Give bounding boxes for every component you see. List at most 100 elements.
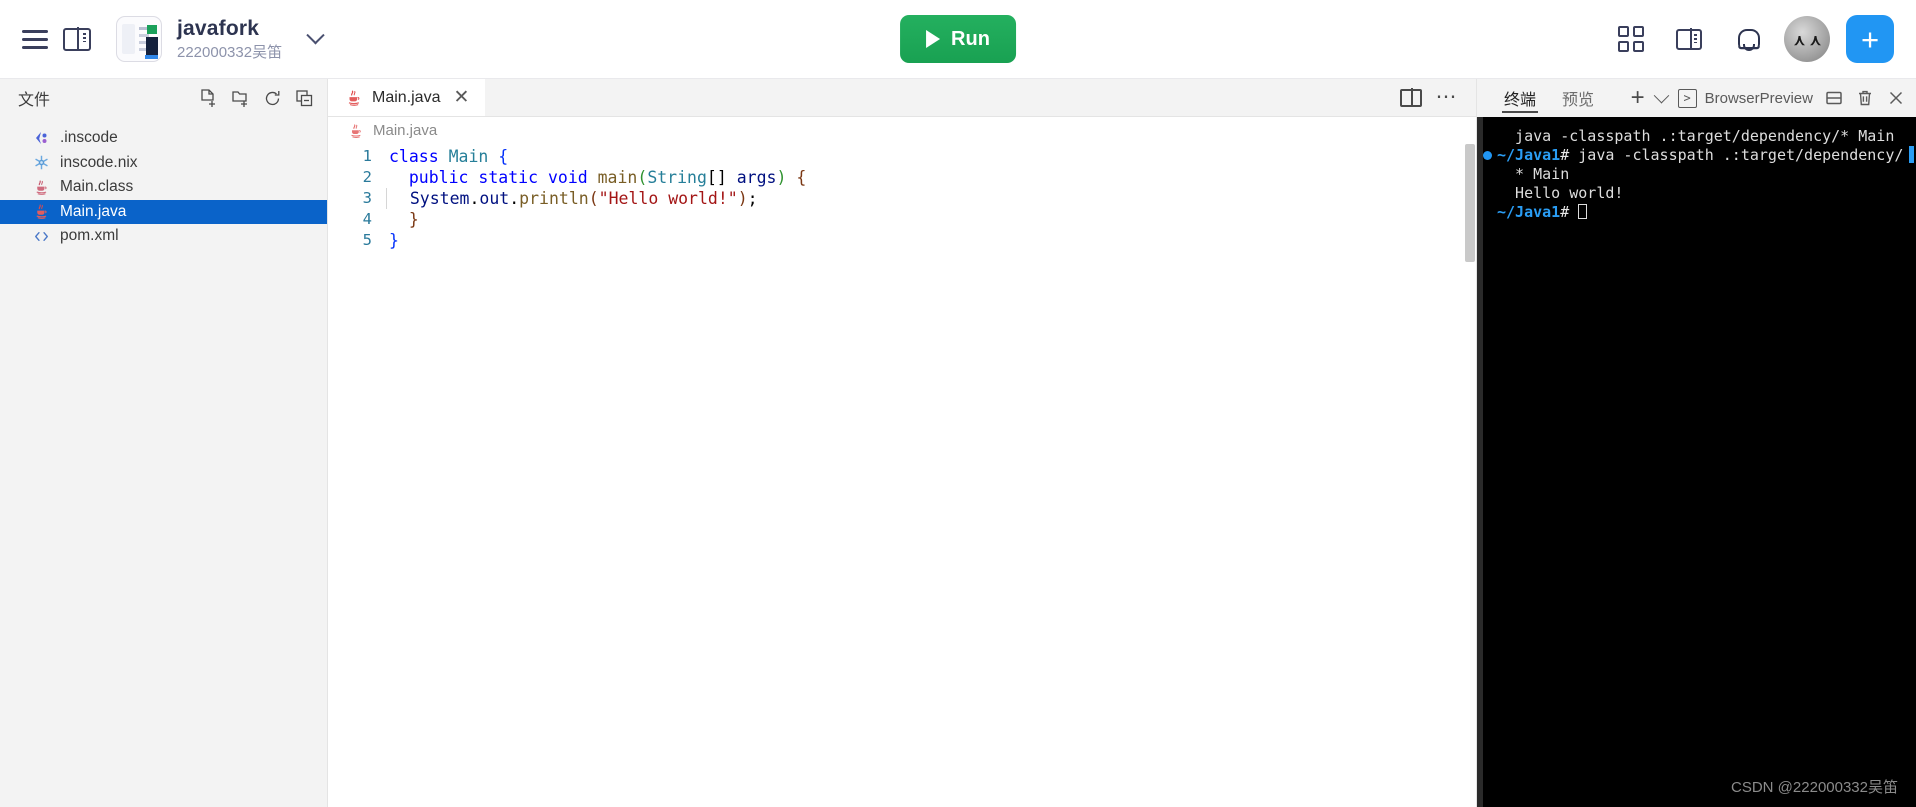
terminal-output-line: Hello world! [1497,184,1624,202]
code-line[interactable]: 2 public static void main(String[] args)… [328,167,1476,188]
trash-icon[interactable] [1855,88,1875,108]
hamburger-menu-icon[interactable] [14,18,56,60]
new-terminal-icon[interactable]: + [1631,86,1645,110]
line-number: 5 [362,231,372,249]
breadcrumb: Main.java [328,117,1476,144]
tab-terminal[interactable]: 终端 [1491,79,1549,117]
refresh-icon[interactable] [262,88,283,109]
tab-terminal-label: 终端 [1504,92,1537,109]
line-number: 3 [362,189,372,207]
chevron-down-icon[interactable] [1653,87,1669,103]
tab-preview[interactable]: 预览 [1549,79,1607,117]
line-number: 2 [362,168,372,186]
grid-apps-icon[interactable] [1610,18,1652,60]
code-token: ) [776,168,787,187]
editor-tab-actions: ⋯ [1381,79,1476,116]
editor-tab-main-java[interactable]: Main.java ✕ [328,79,486,116]
more-actions-icon[interactable]: ⋯ [1436,87,1459,107]
file-item-main-java[interactable]: Main.java [0,199,327,224]
play-icon [926,30,941,48]
file-item-inscode-nix[interactable]: inscode.nix [0,151,327,176]
project-selector[interactable]: javafork 222000332吴笛 [116,16,326,62]
code-text[interactable]: } [386,209,419,230]
chevron-down-icon[interactable] [304,28,326,50]
code-token: } [389,231,399,250]
file-label: .inscode [60,129,118,147]
code-text[interactable]: class Main { [386,146,508,167]
new-file-icon[interactable] [198,88,219,109]
code-text[interactable]: } [386,230,399,251]
code-token: . [469,189,480,208]
file-explorer-header: 文件 [0,79,327,117]
collapse-all-icon[interactable] [294,88,315,109]
terminal-prompt-symbol: # [1560,146,1579,164]
java-icon [32,202,51,221]
run-button[interactable]: Run [900,15,1016,63]
java-icon [346,121,365,140]
file-explorer-title: 文件 [18,92,51,109]
browser-preview-label: BrowserPreview [1704,89,1813,107]
project-name: javafork [177,16,260,40]
code-token: . [509,189,520,208]
split-editor-icon[interactable] [1399,88,1422,107]
panel-layout-icon[interactable] [1668,18,1710,60]
code-editor-area: Main.java ✕ ⋯ Main.java 1 class Main {2… [328,79,1476,807]
code-token: "Hello world!" [598,189,738,208]
code-token: ( [637,168,648,187]
terminal-chevron-icon: > [1677,88,1697,108]
code-lines[interactable]: 1 class Main {2 public static void main(S… [328,144,1476,807]
close-icon[interactable]: ✕ [449,88,473,107]
code-canvas[interactable]: 1 class Main {2 public static void main(S… [328,144,1476,807]
code-token: System [409,189,470,208]
top-toolbar: javafork 222000332吴笛 Run ⋏ ⋏ + [0,0,1916,79]
code-line[interactable]: 1 class Main { [328,146,1476,167]
xml-icon [32,227,51,246]
add-new-button[interactable]: + [1846,15,1894,63]
code-line[interactable]: 5} [328,230,1476,251]
code-line[interactable]: 3 System.out.println("Hello world!"); [328,188,1476,209]
inscode-ide-window: javafork 222000332吴笛 Run ⋏ ⋏ + 文件 .insco… [0,0,1916,807]
browser-preview-entry[interactable]: > BrowserPreview [1677,88,1813,108]
project-thumbnail-icon [116,16,162,62]
project-owner: 222000332吴笛 [177,43,283,61]
terminal-output-line: java -classpath .:target/dependency/* Ma… [1497,127,1895,145]
code-text[interactable]: System.out.println("Hello world!"); [387,188,758,209]
terminal-panel-header: 终端 预览 + > BrowserPreview [1477,79,1916,117]
split-horizontal-icon[interactable] [1824,88,1844,108]
terminal-command-text: java -classpath .:target/dependency/ [1578,146,1904,164]
file-item-pom-xml[interactable]: pom.xml [0,224,327,249]
terminal-panel: 终端 预览 + > BrowserPreview java -classpath… [1476,79,1916,807]
run-button-label: Run [951,27,990,50]
editor-scrollbar[interactable] [1464,144,1476,807]
code-token: public static void [408,168,598,187]
code-token: out [479,189,510,208]
user-avatar[interactable]: ⋏ ⋏ [1784,16,1830,62]
terminal-prompt-line: ~/Java1# java -classpath .:target/depend… [1477,146,1916,165]
java-icon [344,88,363,107]
bell-icon[interactable] [1726,18,1768,60]
panel-left-icon[interactable] [56,18,98,60]
code-token: main [597,168,638,187]
file-item-inscode[interactable]: .inscode [0,126,327,151]
code-token: args [736,168,777,187]
file-label: Main.java [60,202,127,220]
terminal-prompt-path: ~/Java1 [1497,203,1561,221]
terminal-output[interactable]: java -classpath .:target/dependency/ * Ma… [1477,117,1916,807]
file-item-main-class[interactable]: Main.class [0,175,327,200]
file-label: Main.class [60,178,134,196]
code-token: ( [588,189,599,208]
code-token: { [786,168,807,187]
new-folder-icon[interactable] [230,88,251,109]
close-icon[interactable] [1886,88,1906,108]
top-right-actions: ⋏ ⋏ + [1610,15,1894,63]
code-line[interactable]: 4 } [328,209,1476,230]
breadcrumb-label[interactable]: Main.java [373,122,437,139]
code-token: } [389,210,419,229]
editor-scrollbar-thumb[interactable] [1465,144,1475,262]
code-token: println [519,189,589,208]
line-number: 4 [362,210,372,228]
code-text[interactable]: public static void main(String[] args) { [386,167,806,188]
code-token: String [647,168,707,187]
